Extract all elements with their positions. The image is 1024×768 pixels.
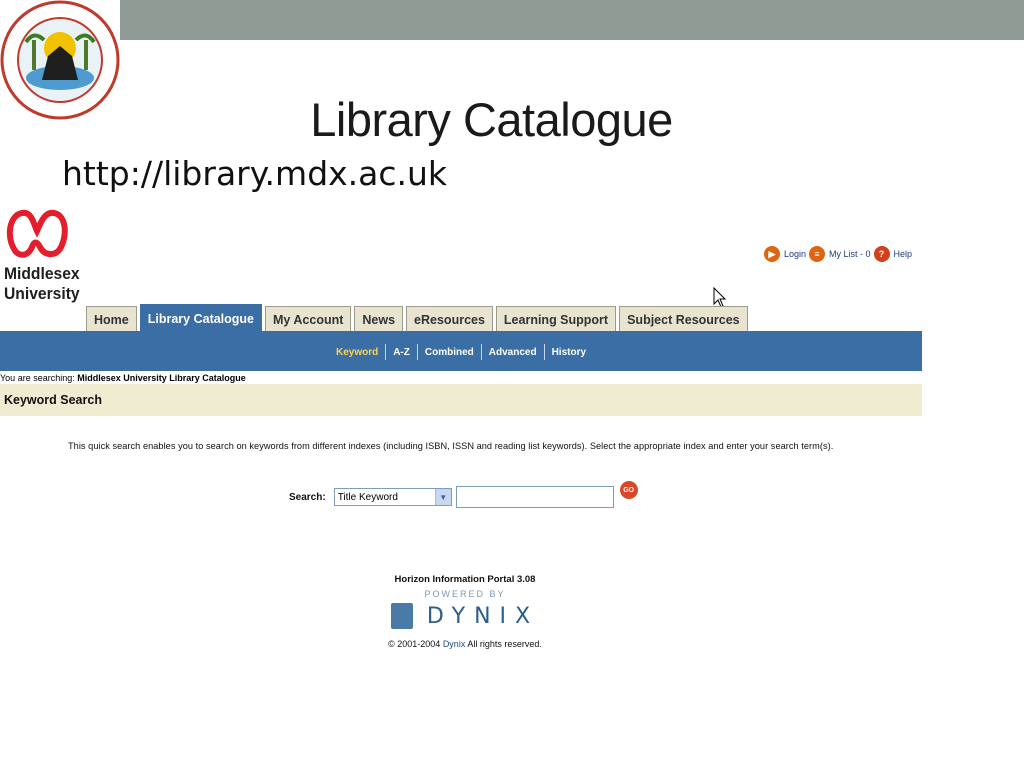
search-index-select[interactable]: Title Keyword ▼ xyxy=(333,488,452,506)
powered-by: POWERED BY xyxy=(424,589,506,599)
tab-eresources[interactable]: eResources xyxy=(406,306,493,332)
middlesex-logo-icon xyxy=(6,209,68,258)
university-name-line2: University xyxy=(4,284,80,303)
subnav-combined[interactable]: Combined xyxy=(418,347,481,358)
searching-prefix: You are searching: xyxy=(0,373,75,383)
catalogue-screenshot: Middlesex University ▶ Login ≡ My List -… xyxy=(0,200,922,670)
slide-title: Library Catalogue xyxy=(310,93,673,146)
top-accent-bar xyxy=(120,0,1024,40)
list-icon: ≡ xyxy=(809,246,826,262)
main-tabs: Home Library Catalogue My Account News e… xyxy=(86,304,751,332)
go-button[interactable]: GO xyxy=(619,481,638,499)
tab-home[interactable]: Home xyxy=(86,306,137,332)
tab-news[interactable]: News xyxy=(354,306,404,332)
section-title: Keyword Search xyxy=(4,393,102,407)
tab-learning-support[interactable]: Learning Support xyxy=(495,306,617,332)
dynix-link[interactable]: Dynix xyxy=(443,639,466,649)
dynix-logo: DYNIX xyxy=(380,603,550,629)
search-index-value: Title Keyword xyxy=(337,491,398,503)
dynix-mark-icon xyxy=(390,603,413,629)
my-list-link[interactable]: ≡ My List - 0 xyxy=(809,246,871,262)
login-link[interactable]: ▶ Login xyxy=(764,246,806,262)
subnav-history[interactable]: History xyxy=(545,347,593,358)
page-footer: Horizon Information Portal 3.08 POWERED … xyxy=(380,574,550,649)
slide-url[interactable]: http://library.mdx.ac.uk xyxy=(62,154,447,193)
play-arrow-icon: ▶ xyxy=(764,246,780,262)
portal-version: Horizon Information Portal 3.08 xyxy=(394,574,536,585)
tab-library-catalogue[interactable]: Library Catalogue xyxy=(139,304,263,332)
subnav-advanced[interactable]: Advanced xyxy=(482,347,544,358)
tab-my-account[interactable]: My Account xyxy=(265,306,352,332)
university-name: Middlesex University xyxy=(4,264,80,304)
search-description: This quick search enables you to search … xyxy=(68,441,834,451)
tab-subject-resources[interactable]: Subject Resources xyxy=(619,306,748,332)
search-input[interactable] xyxy=(455,486,614,508)
help-label: Help xyxy=(893,249,913,259)
subnav-a-z[interactable]: A-Z xyxy=(386,347,417,358)
login-label: Login xyxy=(784,249,807,259)
search-type-nav: Keyword A-Z Combined Advanced History xyxy=(0,333,922,371)
copyright-prefix: © 2001-2004 xyxy=(388,639,441,649)
copyright-suffix: All rights reserved. xyxy=(467,639,542,649)
dynix-wordmark: DYNIX xyxy=(426,603,540,629)
help-link[interactable]: ? Help xyxy=(873,246,913,262)
searching-target: Middlesex University Library Catalogue xyxy=(77,373,246,383)
copyright: © 2001-2004 Dynix All rights reserved. xyxy=(380,639,550,649)
searching-indicator: You are searching: Middlesex University … xyxy=(0,373,246,383)
search-label: Search: xyxy=(289,491,326,503)
section-header: Keyword Search xyxy=(0,384,922,416)
chevron-down-icon: ▼ xyxy=(434,489,451,505)
help-icon: ? xyxy=(873,246,890,262)
university-name-line1: Middlesex xyxy=(4,264,80,283)
my-list-label: My List - 0 xyxy=(829,249,871,259)
search-form: Search: Title Keyword ▼ GO xyxy=(289,481,638,508)
subnav-keyword[interactable]: Keyword xyxy=(329,347,385,358)
utility-links: ▶ Login ≡ My List - 0 ? Help xyxy=(764,246,915,262)
